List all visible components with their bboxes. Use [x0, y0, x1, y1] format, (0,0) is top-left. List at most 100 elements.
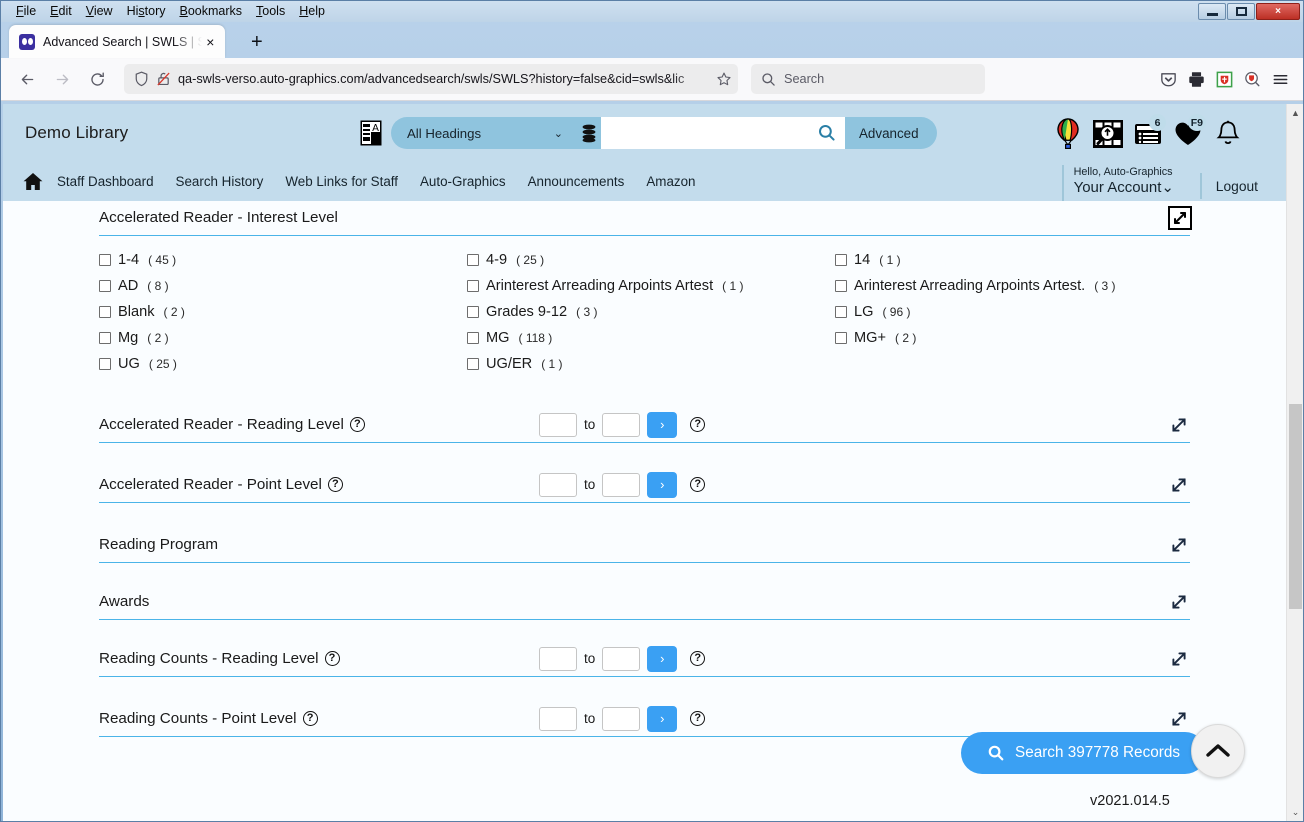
image-search-icon[interactable] [1088, 112, 1128, 156]
range-from-input[interactable] [539, 706, 577, 731]
new-tab-button[interactable]: + [251, 32, 263, 52]
checkbox[interactable] [99, 306, 111, 318]
scrollbar-down-arrow[interactable]: ⌄ [1287, 804, 1303, 821]
expand-icon[interactable] [1168, 591, 1190, 613]
print-icon[interactable] [1183, 66, 1209, 92]
checkbox[interactable] [467, 358, 479, 370]
checkbox[interactable] [835, 280, 847, 292]
scrollbar-thumb[interactable] [1289, 404, 1302, 609]
menu-history[interactable]: History [120, 1, 173, 22]
facet-header[interactable]: Awards [99, 585, 1190, 620]
range-go-button[interactable]: › [647, 645, 678, 672]
facet-option[interactable]: Grades 9-12 ( 3 ) [467, 304, 835, 320]
expand-icon[interactable] [1168, 708, 1190, 730]
menu-file[interactable]: File [9, 1, 43, 22]
nav-link-amazon[interactable]: Amazon [646, 174, 695, 189]
range-from-input[interactable] [539, 472, 577, 497]
pocket-icon[interactable] [1155, 66, 1181, 92]
range-go-button[interactable]: › [647, 705, 678, 732]
checkbox[interactable] [99, 280, 111, 292]
help-icon[interactable]: ? [349, 417, 365, 432]
virtual-keyboard-icon[interactable]: A [359, 120, 383, 146]
url-bar[interactable]: qa-swls-verso.auto-graphics.com/advanced… [124, 64, 738, 94]
checkbox[interactable] [835, 254, 847, 266]
checkbox[interactable] [99, 254, 111, 266]
checkbox[interactable] [99, 332, 111, 344]
facet-header[interactable]: Accelerated Reader - Interest Level [99, 201, 1192, 236]
tab-advanced-search[interactable]: Advanced Search | SWLS | SWLS × [9, 25, 225, 58]
range-help-icon[interactable]: ? [690, 477, 706, 492]
help-icon[interactable]: ? [327, 477, 343, 492]
checkbox[interactable] [467, 254, 479, 266]
range-go-button[interactable]: › [647, 471, 678, 498]
facet-header[interactable]: Reading Program [99, 528, 1190, 563]
extension-icon[interactable] [1211, 66, 1237, 92]
search-scope-select[interactable]: All Headings ⌄ [391, 117, 577, 149]
checkbox[interactable] [835, 332, 847, 344]
close-button[interactable]: × [1256, 3, 1300, 20]
back-button[interactable] [11, 64, 43, 94]
menu-edit[interactable]: Edit [43, 1, 79, 22]
page-scrollbar[interactable]: ▲ ⌄ [1286, 104, 1303, 821]
range-to-input[interactable] [602, 472, 641, 497]
scroll-to-top-button[interactable] [1191, 724, 1245, 778]
nav-link-announcements[interactable]: Announcements [528, 174, 625, 189]
facet-option[interactable]: LG ( 96 ) [835, 304, 1190, 320]
nav-link-auto-graphics[interactable]: Auto-Graphics [420, 174, 506, 189]
range-to-input[interactable] [602, 412, 641, 437]
site-search-input[interactable] [601, 117, 808, 149]
minimize-button[interactable] [1198, 3, 1226, 20]
facet-option[interactable]: UG/ER ( 1 ) [467, 356, 835, 372]
range-to-input[interactable] [602, 646, 641, 671]
facet-option[interactable]: Mg ( 2 ) [99, 330, 467, 346]
help-icon[interactable]: ? [302, 711, 318, 726]
checkbox[interactable] [467, 280, 479, 292]
extension-search-icon[interactable] [1239, 66, 1265, 92]
facet-option[interactable]: 4-9 ( 25 ) [467, 252, 835, 268]
browser-search-bar[interactable]: Search [751, 64, 985, 94]
facet-option[interactable]: AD ( 8 ) [99, 278, 467, 294]
expand-icon[interactable] [1168, 474, 1190, 496]
facet-option[interactable]: Arinterest Arreading Arpoints Artest. ( 3… [835, 278, 1190, 294]
facet-option[interactable]: MG ( 118 ) [467, 330, 835, 346]
database-icon[interactable] [577, 117, 601, 149]
facet-option[interactable]: 14 ( 1 ) [835, 252, 1190, 268]
menu-help[interactable]: Help [292, 1, 332, 22]
favorites-heart-icon[interactable]: F9 [1168, 112, 1208, 156]
forward-button[interactable] [46, 64, 78, 94]
range-help-icon[interactable]: ? [690, 417, 706, 432]
range-help-icon[interactable]: ? [690, 711, 706, 726]
nav-link-staff-dashboard[interactable]: Staff Dashboard [57, 174, 154, 189]
site-search-button[interactable] [808, 117, 845, 149]
checkbox[interactable] [467, 332, 479, 344]
menu-view[interactable]: View [79, 1, 120, 22]
expand-icon[interactable] [1168, 648, 1190, 670]
facet-option[interactable]: 1-4 ( 45 ) [99, 252, 467, 268]
notifications-bell-icon[interactable] [1208, 112, 1248, 156]
maximize-button[interactable] [1227, 3, 1255, 20]
checkbox[interactable] [467, 306, 479, 318]
range-to-input[interactable] [602, 706, 641, 731]
logout-link[interactable]: Logout [1216, 179, 1258, 194]
checkbox[interactable] [99, 358, 111, 370]
scrollbar-up-arrow[interactable]: ▲ [1287, 104, 1303, 121]
facet-header[interactable]: Accelerated Reader - Point Level ? to › … [99, 468, 1190, 503]
close-icon[interactable]: × [204, 35, 217, 49]
nav-link-web-links-for-staff[interactable]: Web Links for Staff [285, 174, 398, 189]
search-records-button[interactable]: Search 397778 Records [961, 732, 1206, 774]
expand-icon[interactable] [1168, 534, 1190, 556]
my-lists-icon[interactable]: 6 [1128, 112, 1168, 156]
facet-option[interactable]: MG+ ( 2 ) [835, 330, 1190, 346]
facet-option[interactable]: UG ( 25 ) [99, 356, 467, 372]
home-icon[interactable] [23, 172, 43, 191]
help-icon[interactable]: ? [324, 651, 340, 666]
range-from-input[interactable] [539, 412, 577, 437]
advanced-search-button[interactable]: Advanced [845, 117, 937, 149]
range-from-input[interactable] [539, 646, 577, 671]
balloon-icon[interactable] [1048, 112, 1088, 156]
range-help-icon[interactable]: ? [690, 651, 706, 666]
expand-icon[interactable] [1168, 414, 1190, 436]
facet-option[interactable]: Blank ( 2 ) [99, 304, 467, 320]
facet-header[interactable]: Reading Counts - Reading Level ? to › ? [99, 642, 1190, 677]
collapse-icon[interactable] [1168, 206, 1192, 230]
